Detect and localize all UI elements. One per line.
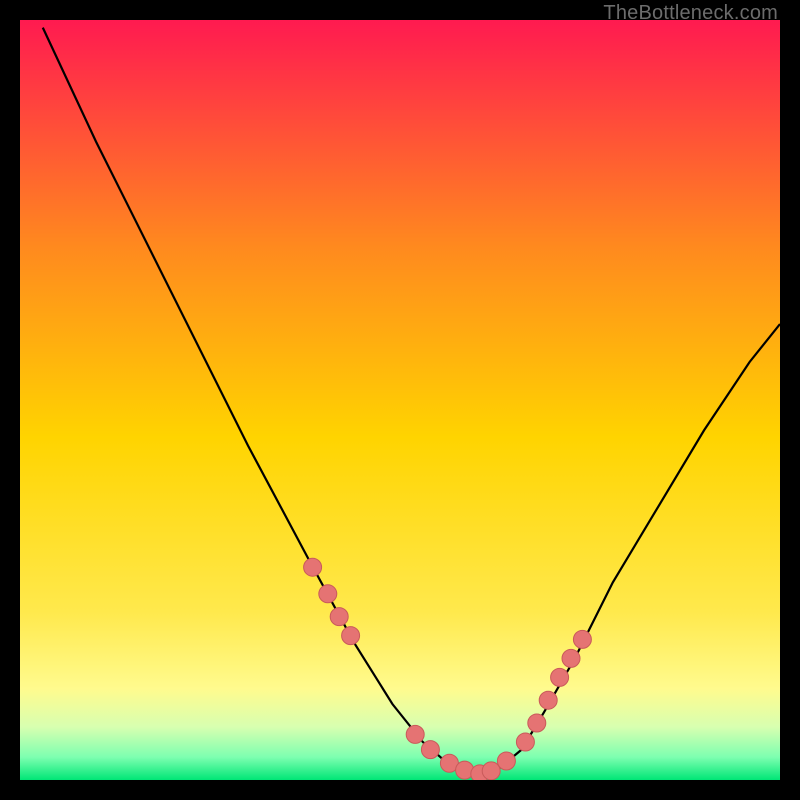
data-marker — [497, 752, 515, 770]
data-marker — [421, 741, 439, 759]
data-marker — [562, 649, 580, 667]
gradient-background — [20, 20, 780, 780]
data-marker — [551, 668, 569, 686]
data-marker — [516, 733, 534, 751]
data-marker — [342, 627, 360, 645]
data-marker — [330, 608, 348, 626]
data-marker — [528, 714, 546, 732]
chart-svg — [20, 20, 780, 780]
data-marker — [482, 762, 500, 780]
data-marker — [406, 725, 424, 743]
data-marker — [573, 630, 591, 648]
plot-area — [20, 20, 780, 780]
data-marker — [539, 691, 557, 709]
data-marker — [304, 558, 322, 576]
chart-frame: TheBottleneck.com — [0, 0, 800, 800]
data-marker — [319, 585, 337, 603]
